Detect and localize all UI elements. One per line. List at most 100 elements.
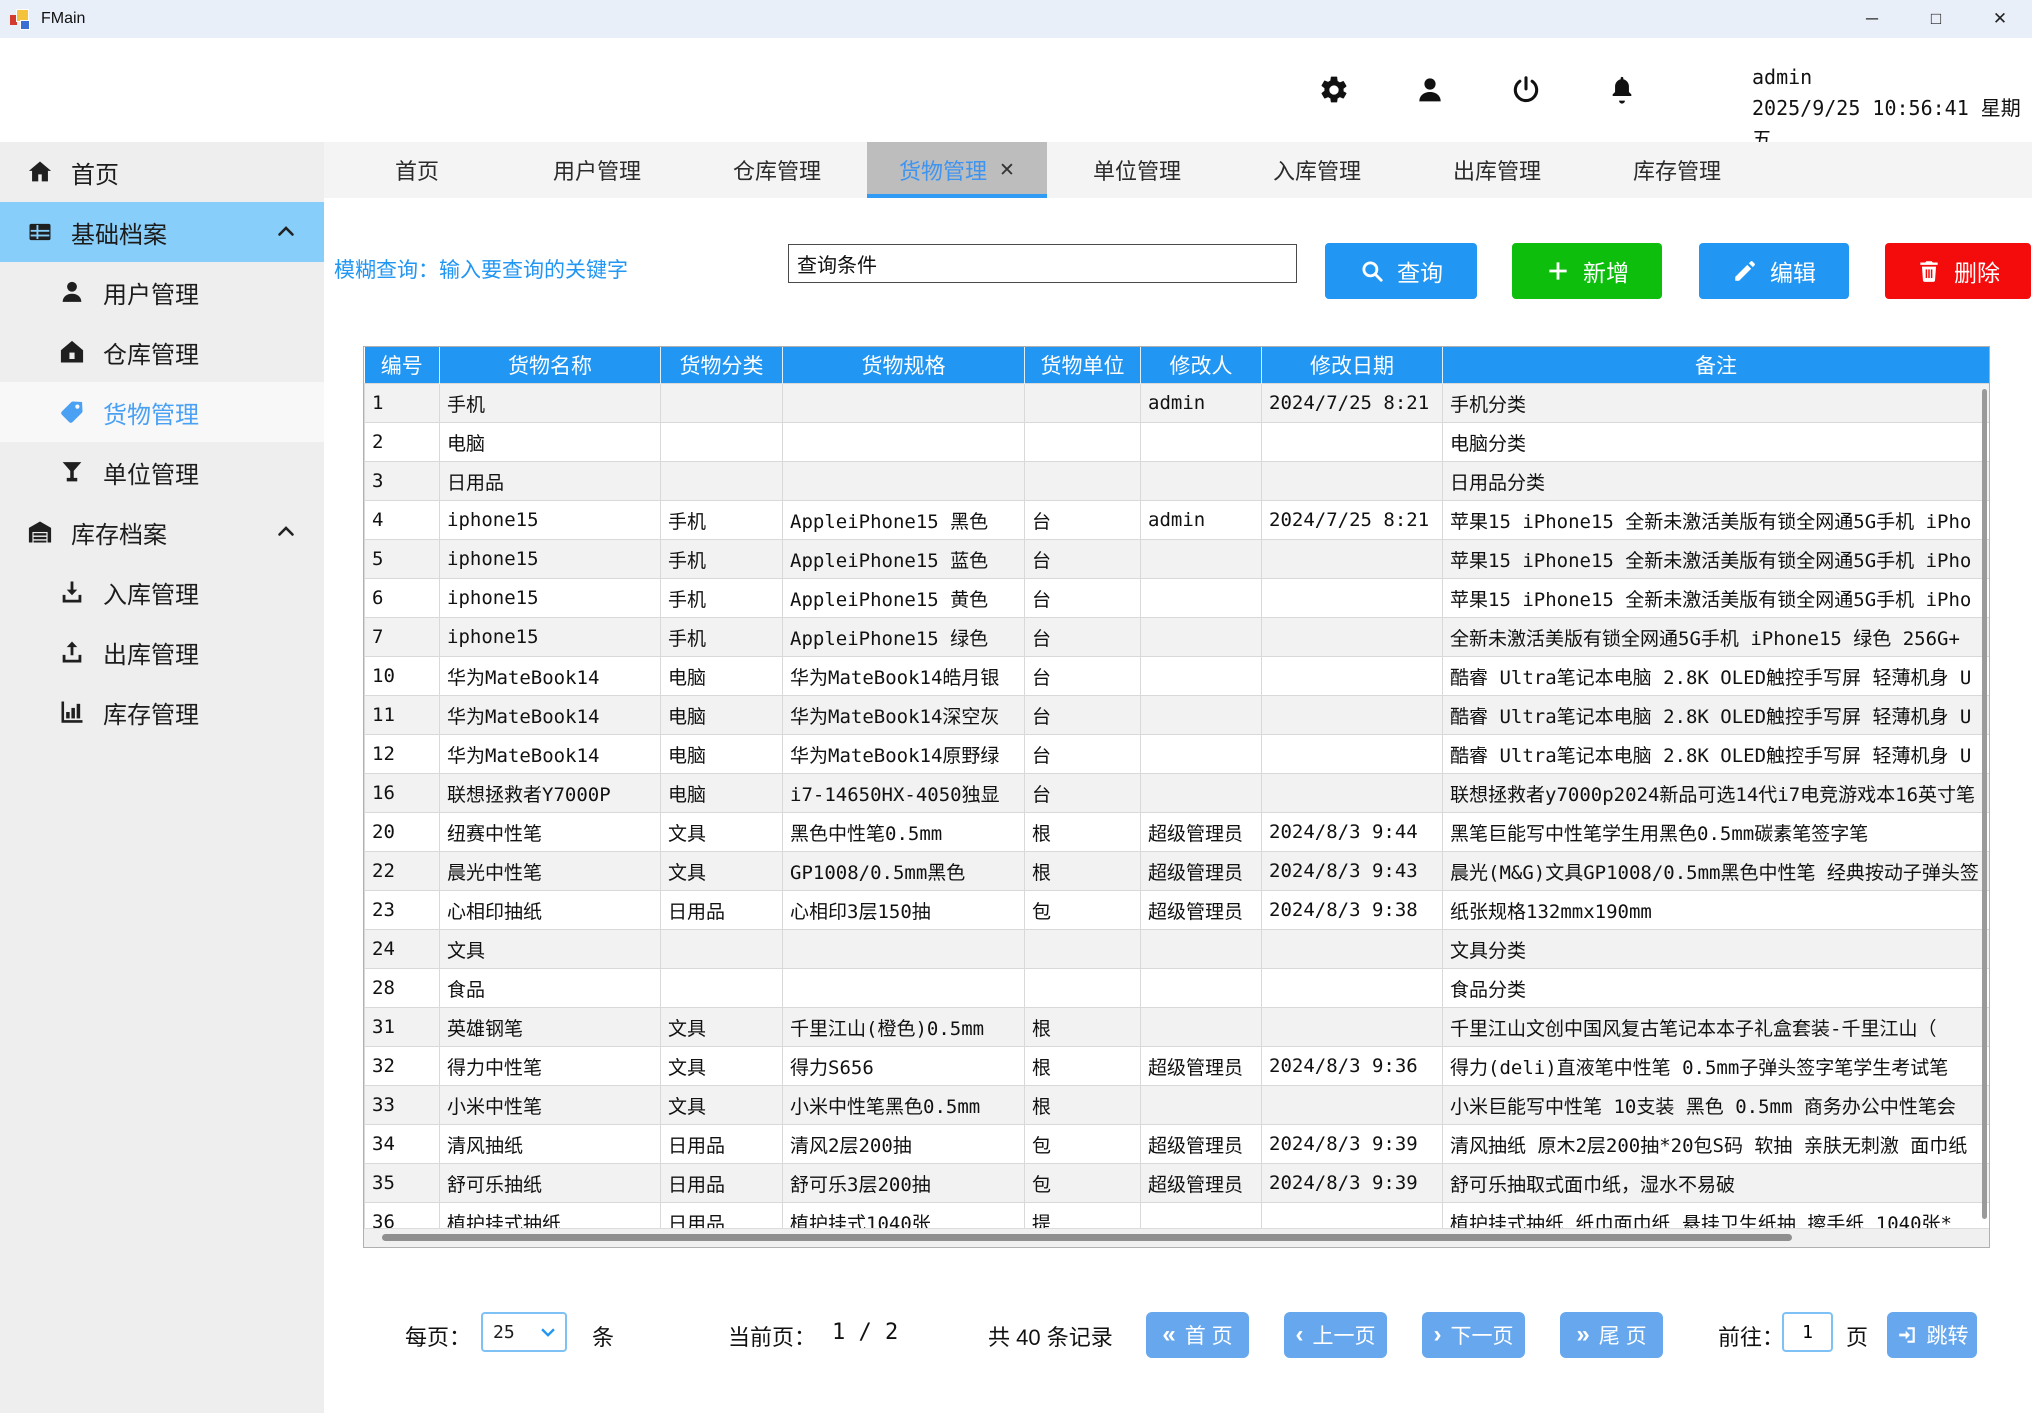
- column-header-spec[interactable]: 货物规格: [783, 347, 1025, 384]
- table-icon: [26, 218, 54, 246]
- table-row[interactable]: 35 舒可乐抽纸 日用品 舒可乐3层200抽 包 超级管理员 2024/8/3 …: [365, 1164, 1990, 1203]
- tab-stock-in[interactable]: 入库管理: [1227, 142, 1407, 198]
- tab-stock-out[interactable]: 出库管理: [1407, 142, 1587, 198]
- sidebar-item-users[interactable]: 用户管理: [0, 262, 324, 322]
- tab-warehouses[interactable]: 仓库管理: [687, 142, 867, 198]
- table-row[interactable]: 3 日用品 日用品分类: [365, 462, 1990, 501]
- app-window: FMain ─ □ ✕ admin 2025/9/25 10:56:41 星期五: [0, 0, 2032, 1413]
- double-chevron-left-icon: «: [1162, 1323, 1175, 1347]
- table-header-row: 编号 货物名称 货物分类 货物规格 货物单位 修改人 修改日期 备注: [365, 347, 1990, 384]
- tab-units[interactable]: 单位管理: [1047, 142, 1227, 198]
- table-row[interactable]: 31 英雄钢笔 文具 千里江山(橙色)0.5mm 根 千里江山文创中国风复古笔记…: [365, 1008, 1990, 1047]
- column-header-modifier[interactable]: 修改人: [1141, 347, 1262, 384]
- table-row[interactable]: 12 华为MateBook14 电脑 华为MateBook14原野绿 台 酷睿 …: [365, 735, 1990, 774]
- tab-goods[interactable]: 货物管理 ✕: [867, 142, 1047, 198]
- current-username: admin: [1752, 62, 2032, 93]
- table-row[interactable]: 20 纽赛中性笔 文具 黑色中性笔0.5mm 根 超级管理员 2024/8/3 …: [365, 813, 1990, 852]
- close-button[interactable]: ✕: [1968, 0, 2032, 38]
- sidebar-group-inventory-archives[interactable]: 库存档案: [0, 502, 324, 562]
- column-header-name[interactable]: 货物名称: [440, 347, 661, 384]
- vertical-scrollbar[interactable]: [1982, 389, 1987, 1219]
- maximize-button[interactable]: □: [1904, 0, 1968, 38]
- last-page-button[interactable]: » 尾 页: [1560, 1312, 1663, 1358]
- main-content: 首页 用户管理 仓库管理 货物管理 ✕ 单位管理 入库管理 出库管理 库存管理 …: [324, 142, 2032, 1413]
- tab-home[interactable]: 首页: [327, 142, 507, 198]
- chevron-right-icon: ›: [1434, 1323, 1442, 1347]
- table-row[interactable]: 24 文具 文具分类: [365, 930, 1990, 969]
- sidebar-item-stock-out[interactable]: 出库管理: [0, 622, 324, 682]
- column-header-remark[interactable]: 备注: [1443, 347, 1990, 384]
- next-page-button[interactable]: › 下一页: [1422, 1312, 1525, 1358]
- table-row[interactable]: 34 清风抽纸 日用品 清风2层200抽 包 超级管理员 2024/8/3 9:…: [365, 1125, 1990, 1164]
- table-row[interactable]: 2 电脑 电脑分类: [365, 423, 1990, 462]
- sidebar-group-basic-archives[interactable]: 基础档案: [0, 202, 324, 262]
- header: admin 2025/9/25 10:56:41 星期五: [0, 38, 2032, 142]
- edit-button[interactable]: 编辑: [1699, 243, 1849, 299]
- settings-icon[interactable]: [1318, 74, 1350, 106]
- current-page-label: 当前页：: [728, 1320, 816, 1352]
- first-page-button[interactable]: « 首 页: [1146, 1312, 1249, 1358]
- query-button[interactable]: 查询: [1325, 243, 1477, 299]
- table-row[interactable]: 28 食品 食品分类: [365, 969, 1990, 1008]
- warehouse-icon: [58, 338, 86, 366]
- table-row[interactable]: 33 小米中性笔 文具 小米中性笔黑色0.5mm 根 小米巨能写中性笔 10支装…: [365, 1086, 1990, 1125]
- tab-users[interactable]: 用户管理: [507, 142, 687, 198]
- column-header-category[interactable]: 货物分类: [661, 347, 783, 384]
- horizontal-scrollbar[interactable]: [364, 1228, 1989, 1247]
- table-row[interactable]: 16 联想拯救者Y7000P 电脑 i7-14650HX-4050独显 台 联想…: [365, 774, 1990, 813]
- user-icon[interactable]: [1414, 74, 1446, 106]
- chevron-up-icon: [274, 220, 298, 244]
- table-row[interactable]: 10 华为MateBook14 电脑 华为MateBook14皓月银 台 酷睿 …: [365, 657, 1990, 696]
- prev-page-button[interactable]: ‹ 上一页: [1284, 1312, 1387, 1358]
- home-icon: [26, 158, 54, 186]
- table-row[interactable]: 11 华为MateBook14 电脑 华为MateBook14深空灰 台 酷睿 …: [365, 696, 1990, 735]
- sidebar-item-stock-in[interactable]: 入库管理: [0, 562, 324, 622]
- sidebar-item-units[interactable]: 单位管理: [0, 442, 324, 502]
- per-page-select[interactable]: 25: [481, 1312, 567, 1352]
- table-row[interactable]: 4 iphone15 手机 AppleiPhone15 黑色 台 admin 2…: [365, 501, 1990, 540]
- table-row[interactable]: 32 得力中性笔 文具 得力S656 根 超级管理员 2024/8/3 9:36…: [365, 1047, 1990, 1086]
- column-header-id[interactable]: 编号: [365, 347, 440, 384]
- chevron-up-icon: [274, 520, 298, 544]
- plus-icon: [1545, 258, 1571, 284]
- sidebar-item-home[interactable]: 首页: [0, 142, 324, 202]
- trash-icon: [1916, 258, 1942, 284]
- user-icon: [58, 278, 86, 306]
- tab-close-icon[interactable]: ✕: [999, 159, 1015, 182]
- add-button[interactable]: 新增: [1512, 243, 1662, 299]
- per-page-unit: 条: [592, 1320, 614, 1352]
- total-records-text: 共 40 条记录: [988, 1320, 1113, 1352]
- table-row[interactable]: 22 晨光中性笔 文具 GP1008/0.5mm黑色 根 超级管理员 2024/…: [365, 852, 1990, 891]
- filter-icon: [58, 458, 86, 486]
- chart-icon: [58, 698, 86, 726]
- table-row[interactable]: 5 iphone15 手机 AppleiPhone15 蓝色 台 苹果15 iP…: [365, 540, 1990, 579]
- tab-inventory[interactable]: 库存管理: [1587, 142, 1767, 198]
- goto-unit: 页: [1846, 1320, 1868, 1352]
- fuzzy-search-label: 模糊查询：输入要查询的关键字: [334, 254, 628, 284]
- minimize-button[interactable]: ─: [1840, 0, 1904, 38]
- column-header-mod-date[interactable]: 修改日期: [1262, 347, 1443, 384]
- goto-page-input[interactable]: [1782, 1312, 1833, 1352]
- power-icon[interactable]: [1510, 74, 1542, 106]
- garage-icon: [26, 518, 54, 546]
- sidebar-item-warehouses[interactable]: 仓库管理: [0, 322, 324, 382]
- sidebar-item-goods[interactable]: 货物管理: [0, 382, 324, 442]
- title-bar: FMain ─ □ ✕: [0, 0, 2032, 39]
- notifications-icon[interactable]: [1606, 74, 1638, 106]
- jump-arrow-icon: [1896, 1324, 1918, 1346]
- table-row[interactable]: 1 手机 admin 2024/7/25 8:21 手机分类: [365, 384, 1990, 423]
- sidebar-item-inventory[interactable]: 库存管理: [0, 682, 324, 742]
- column-header-unit[interactable]: 货物单位: [1025, 347, 1141, 384]
- delete-button[interactable]: 删除: [1885, 243, 2031, 299]
- table-body: 1 手机 admin 2024/7/25 8:21 手机分类 2 电: [365, 384, 1990, 1242]
- jump-button[interactable]: 跳转: [1887, 1312, 1977, 1358]
- horizontal-scrollbar-thumb[interactable]: [382, 1234, 1792, 1241]
- table-row[interactable]: 6 iphone15 手机 AppleiPhone15 黄色 台 苹果15 iP…: [365, 579, 1990, 618]
- stock-in-icon: [58, 578, 86, 606]
- table-row[interactable]: 7 iphone15 手机 AppleiPhone15 绿色 台 全新未激活美版…: [365, 618, 1990, 657]
- tab-bar: 首页 用户管理 仓库管理 货物管理 ✕ 单位管理 入库管理 出库管理 库存管理: [324, 142, 2032, 198]
- table-row[interactable]: 23 心相印抽纸 日用品 心相印3层150抽 包 超级管理员 2024/8/3 …: [365, 891, 1990, 930]
- app-icon: [9, 8, 31, 30]
- search-icon: [1359, 258, 1385, 284]
- search-input[interactable]: [788, 244, 1297, 283]
